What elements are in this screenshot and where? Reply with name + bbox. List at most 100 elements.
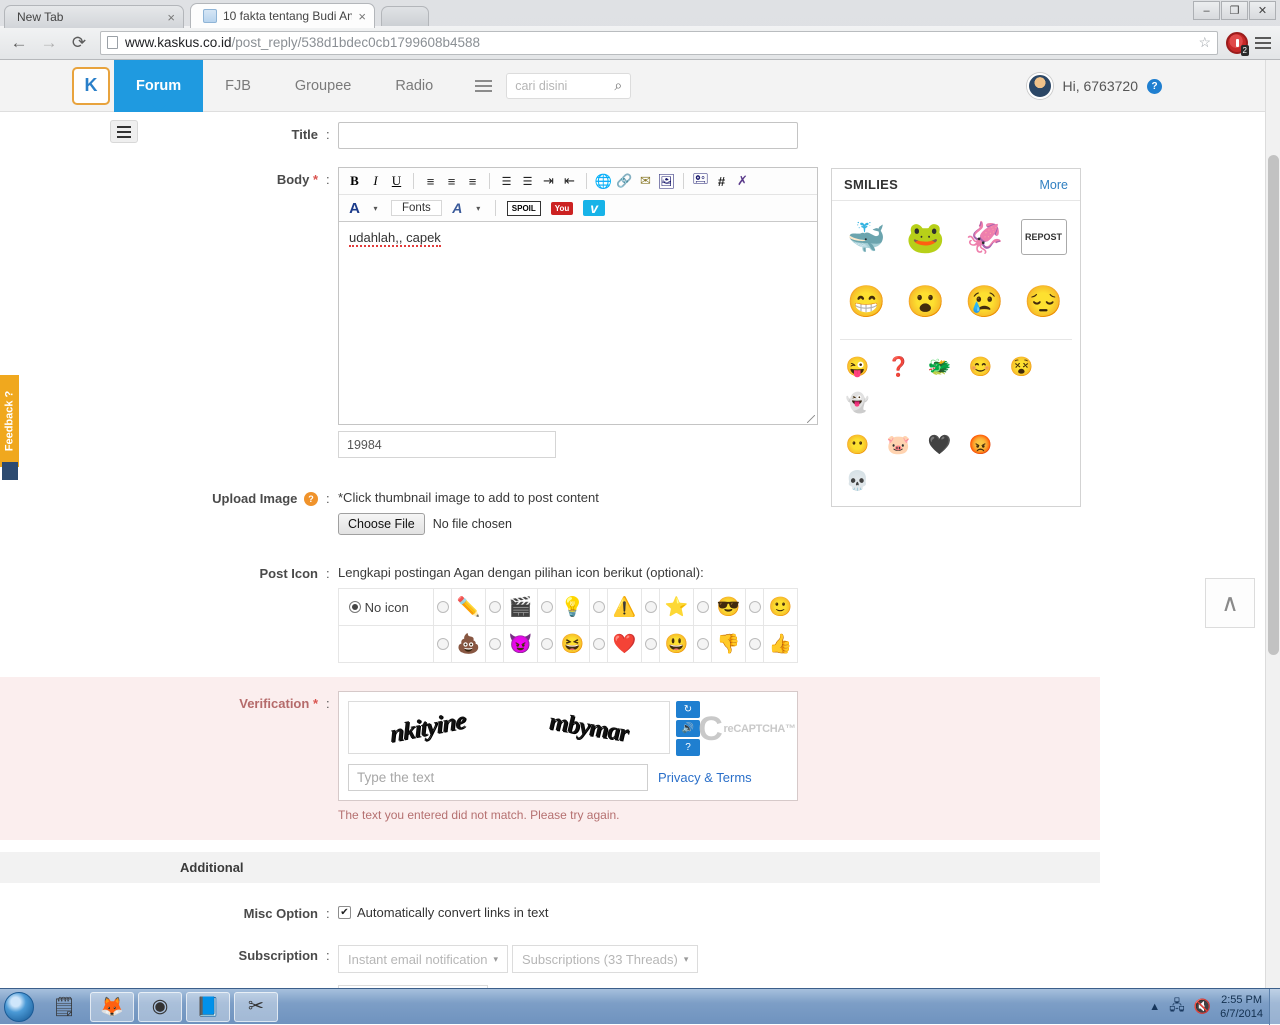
radio-cell[interactable]: [642, 626, 660, 663]
post-icon-pencil[interactable]: ✏️: [452, 589, 486, 626]
forward-icon[interactable]: →: [36, 30, 62, 56]
align-center-icon[interactable]: ≡: [442, 171, 461, 191]
smiley-item[interactable]: 👻: [838, 386, 877, 420]
underline-icon[interactable]: U: [387, 171, 406, 191]
radio-cell[interactable]: [538, 589, 556, 626]
taskbar-calculator[interactable]: 🗒: [42, 992, 86, 1022]
taskbar-chrome[interactable]: ◉: [138, 992, 182, 1022]
italic-icon[interactable]: I: [366, 171, 385, 191]
bold-icon[interactable]: B: [345, 171, 364, 191]
insert-email-icon[interactable]: ✉: [636, 171, 655, 191]
post-icon-poop[interactable]: 💩: [452, 626, 486, 663]
radio-cell[interactable]: [590, 589, 608, 626]
remove-link-icon[interactable]: 🔗: [615, 171, 634, 191]
post-icon-clapper[interactable]: 🎬: [504, 589, 538, 626]
radio-cell[interactable]: [486, 626, 504, 663]
radio-post-icon[interactable]: [593, 638, 605, 650]
choose-file-button[interactable]: Choose File: [338, 513, 425, 535]
post-icon-thumbup[interactable]: 👍: [764, 626, 798, 663]
user-area[interactable]: Hi, 6763720 ?: [1027, 60, 1162, 112]
post-icon-warning[interactable]: ⚠️: [608, 589, 642, 626]
help-icon[interactable]: ?: [1147, 79, 1162, 94]
new-tab-button[interactable]: [381, 6, 429, 26]
show-desktop-button[interactable]: [1269, 989, 1280, 1025]
smiley-item[interactable]: 😔: [1015, 273, 1072, 329]
nav-item-groupee[interactable]: Groupee: [273, 60, 373, 112]
insert-image-icon[interactable]: 🖼: [657, 171, 676, 191]
scrollbar-thumb[interactable]: [1268, 155, 1279, 655]
sidebar-toggle-icon[interactable]: [110, 120, 138, 143]
post-icon-smile[interactable]: 🙂: [764, 589, 798, 626]
radio-post-icon[interactable]: [541, 638, 553, 650]
remove-format-icon[interactable]: ✗: [733, 171, 752, 191]
reload-icon[interactable]: ⟳: [66, 30, 92, 56]
post-icon-star[interactable]: ⭐: [660, 589, 694, 626]
quote-icon[interactable]: 🖭: [691, 171, 710, 191]
post-icon-cool[interactable]: 😎: [712, 589, 746, 626]
captcha-input[interactable]: Type the text: [348, 764, 648, 791]
radio-post-icon[interactable]: [489, 638, 501, 650]
maximize-button[interactable]: ❐: [1221, 1, 1248, 20]
radio-cell[interactable]: [746, 589, 764, 626]
radio-post-icon[interactable]: [437, 638, 449, 650]
chrome-menu-icon[interactable]: [1252, 37, 1274, 49]
page-info-icon[interactable]: [107, 36, 118, 49]
avatar[interactable]: [1027, 73, 1053, 99]
post-icon-laugh[interactable]: 😆: [556, 626, 590, 663]
textarea-resize-handle[interactable]: [339, 414, 817, 424]
vimeo-icon[interactable]: v: [583, 200, 605, 216]
smiley-item[interactable]: 🖤: [920, 428, 959, 462]
site-menu-icon[interactable]: [475, 80, 492, 92]
smiley-item[interactable]: 🦑: [956, 209, 1013, 265]
address-bar[interactable]: www.kaskus.co.id/post_reply/538d1bdec0cb…: [100, 31, 1218, 55]
smiley-item[interactable]: 😜: [838, 350, 877, 384]
radio-post-icon[interactable]: [489, 601, 501, 613]
radio-cell[interactable]: [642, 589, 660, 626]
align-left-icon[interactable]: ≡: [421, 171, 440, 191]
radio-post-icon[interactable]: [593, 601, 605, 613]
radio-cell[interactable]: [746, 626, 764, 663]
smiley-item[interactable]: 🐷: [879, 428, 918, 462]
taskbar-firefox[interactable]: 🦊: [90, 992, 134, 1022]
kaskus-logo[interactable]: K: [72, 67, 110, 105]
radio-cell[interactable]: [434, 626, 452, 663]
youtube-icon[interactable]: You: [551, 202, 574, 215]
minimize-button[interactable]: –: [1193, 1, 1220, 20]
smiley-item[interactable]: 😵: [1002, 350, 1041, 384]
start-button[interactable]: [4, 992, 34, 1022]
radio-post-icon[interactable]: [541, 601, 553, 613]
indent-decrease-icon[interactable]: ⇤: [560, 171, 579, 191]
font-size-icon[interactable]: A: [448, 198, 467, 218]
tab-new-tab[interactable]: New Tab ×: [4, 5, 184, 28]
align-right-icon[interactable]: ≡: [463, 171, 482, 191]
close-window-button[interactable]: ✕: [1249, 1, 1276, 20]
subscription-list-dropdown[interactable]: Subscriptions (33 Threads) ▾: [512, 945, 698, 973]
font-color-icon[interactable]: A: [345, 198, 364, 218]
nav-item-forum[interactable]: Forum: [114, 60, 203, 112]
code-icon[interactable]: #: [712, 171, 731, 191]
no-icon-cell[interactable]: No icon: [339, 589, 434, 626]
feedback-widget-icon[interactable]: [2, 462, 18, 480]
radio-post-icon[interactable]: [697, 638, 709, 650]
title-input[interactable]: [338, 122, 798, 149]
subscription-mode-dropdown[interactable]: Instant email notification ▾: [338, 945, 508, 973]
help-icon[interactable]: ?: [304, 492, 318, 506]
site-search-input[interactable]: cari disini ⌕: [506, 73, 631, 99]
volume-icon[interactable]: 🔇: [1194, 998, 1211, 1015]
back-icon[interactable]: ←: [6, 30, 32, 56]
search-icon[interactable]: ⌕: [614, 77, 622, 94]
bookmark-star-icon[interactable]: ☆: [1198, 34, 1211, 51]
numbered-list-icon[interactable]: ☰: [518, 171, 537, 191]
smiley-item[interactable]: 💀: [838, 464, 877, 498]
smiley-item[interactable]: ❓: [879, 350, 918, 384]
smiley-item[interactable]: 😊: [961, 350, 1000, 384]
adblock-icon[interactable]: 2: [1226, 32, 1248, 54]
smiley-item[interactable]: 😢: [956, 273, 1013, 329]
radio-post-icon[interactable]: [437, 601, 449, 613]
radio-cell[interactable]: [434, 589, 452, 626]
radio-no-icon[interactable]: [349, 601, 361, 613]
smiley-item[interactable]: 🐸: [897, 209, 954, 265]
refresh-icon[interactable]: ↻: [676, 701, 700, 718]
tab-kaskus-thread[interactable]: 10 fakta tentang Budi And ×: [190, 3, 375, 28]
post-icon-happy[interactable]: 😃: [660, 626, 694, 663]
